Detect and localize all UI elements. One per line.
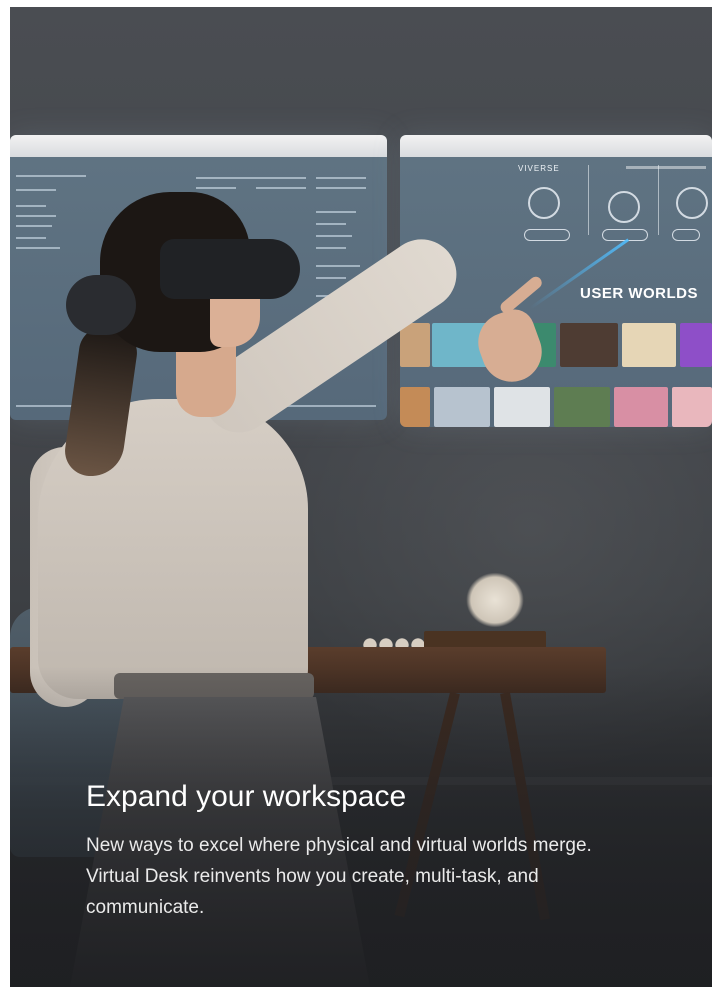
hero-description: New ways to excel where physical and vir… [86,835,592,918]
headset-strap [66,275,136,335]
person-hand [469,303,551,391]
person-pointing-finger [498,274,545,316]
vr-headset [160,239,300,299]
hero-card: VIVERSE USER WORLDS Expand your workspac… [10,7,712,987]
pointer-beam [529,238,630,310]
hero-title: Expand your workspace [86,780,407,813]
hero-caption: Expand your workspace New ways to excel … [86,777,646,923]
